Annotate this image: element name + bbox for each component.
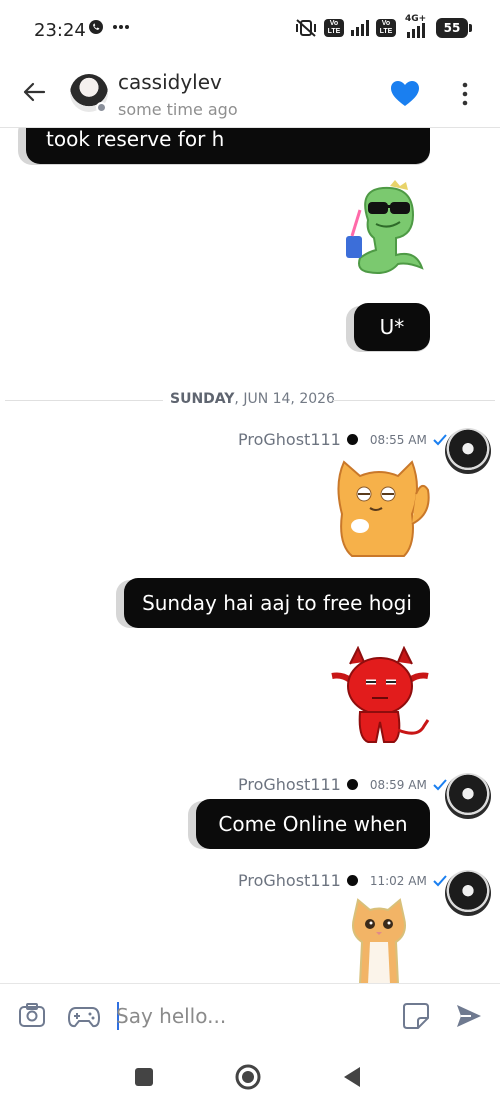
message-meta-2: ProGhost111 08:59 AM — [238, 775, 447, 794]
sender-name[interactable]: ProGhost111 — [238, 430, 341, 449]
signal-4g-icon: 4G+ — [403, 14, 429, 38]
chat-header: cassidylev some time ago — [0, 62, 500, 128]
home-circle-icon[interactable] — [234, 1063, 262, 1091]
message-time: 08:55 AM — [369, 432, 427, 447]
message-composer — [0, 983, 500, 1047]
more-notifications-icon — [113, 25, 129, 29]
status-left-icons — [88, 19, 130, 35]
vibrate-off-icon — [296, 19, 316, 37]
online-dot — [346, 434, 358, 445]
status-time: 23:24 — [34, 20, 86, 41]
message-text: Sunday hai aaj to free hogi — [142, 591, 412, 615]
message-meta-1: ProGhost111 08:55 AM — [238, 430, 447, 449]
presence-dot — [96, 102, 107, 113]
gamepad-icon[interactable] — [68, 1002, 100, 1030]
message-bubble-sunday[interactable]: Sunday hai aaj to free hogi — [124, 578, 430, 628]
message-bubble-u[interactable]: U* — [354, 303, 430, 351]
sender-avatar[interactable] — [445, 870, 491, 916]
cat-sticker[interactable] — [324, 454, 434, 562]
more-vertical-icon[interactable] — [455, 80, 475, 108]
date-day: SUNDAY — [170, 391, 235, 407]
system-nav-bar — [0, 1047, 500, 1107]
check-icon — [433, 778, 447, 790]
date-separator: SUNDAY, JUN 14, 2026 — [0, 391, 500, 411]
online-dot — [346, 779, 358, 790]
message-list[interactable]: took reserve for h U* SUNDAY, JUN 14, 20… — [0, 128, 500, 983]
divider — [5, 400, 163, 401]
check-icon — [433, 874, 447, 886]
sticker-icon[interactable] — [402, 1002, 430, 1030]
whatsapp-notification-icon — [89, 20, 103, 34]
devil-sticker[interactable] — [328, 646, 432, 746]
dino-sunglasses-sticker[interactable] — [338, 180, 424, 276]
last-seen-text: some time ago — [118, 100, 238, 119]
message-bubble-took-reserve[interactable]: took reserve for h — [26, 128, 430, 164]
contact-name[interactable]: cassidylev — [118, 70, 222, 94]
message-bubble-come-online[interactable]: Come Online when — [196, 799, 430, 849]
check-icon — [433, 433, 447, 445]
sender-avatar[interactable] — [445, 428, 491, 474]
message-input[interactable] — [116, 996, 386, 1036]
arrow-left-icon[interactable] — [20, 78, 48, 106]
message-text: U* — [379, 315, 405, 339]
divider — [333, 400, 495, 401]
recents-square-icon[interactable] — [130, 1063, 158, 1091]
back-triangle-icon[interactable] — [338, 1063, 366, 1091]
sender-name[interactable]: ProGhost111 — [238, 871, 341, 890]
battery-indicator: 55 — [436, 18, 472, 38]
camera-icon[interactable] — [18, 1002, 46, 1030]
volte-badge-1: Vo LTE — [324, 19, 344, 37]
signal-icon-1 — [351, 20, 369, 36]
online-dot — [346, 875, 358, 886]
status-bar: 23:24 Vo LTE Vo LTE 4G+ 55 — [0, 0, 500, 62]
volte-badge-2: Vo LTE — [376, 19, 396, 37]
message-time: 11:02 AM — [369, 873, 427, 888]
message-text: Come Online when — [218, 812, 408, 836]
status-right-icons: Vo LTE Vo LTE 4G+ 55 — [295, 14, 472, 38]
kitten-sticker[interactable] — [348, 898, 410, 983]
heart-icon[interactable] — [390, 80, 420, 108]
date-value: , JUN 14, 2026 — [234, 391, 335, 407]
date-separator-text: SUNDAY, JUN 14, 2026 — [170, 391, 335, 407]
sender-avatar[interactable] — [445, 773, 491, 819]
message-time: 08:59 AM — [369, 777, 427, 792]
send-icon[interactable] — [455, 1002, 483, 1030]
message-text: took reserve for h — [46, 128, 225, 151]
message-meta-3: ProGhost111 11:02 AM — [238, 871, 447, 890]
sender-name[interactable]: ProGhost111 — [238, 775, 341, 794]
